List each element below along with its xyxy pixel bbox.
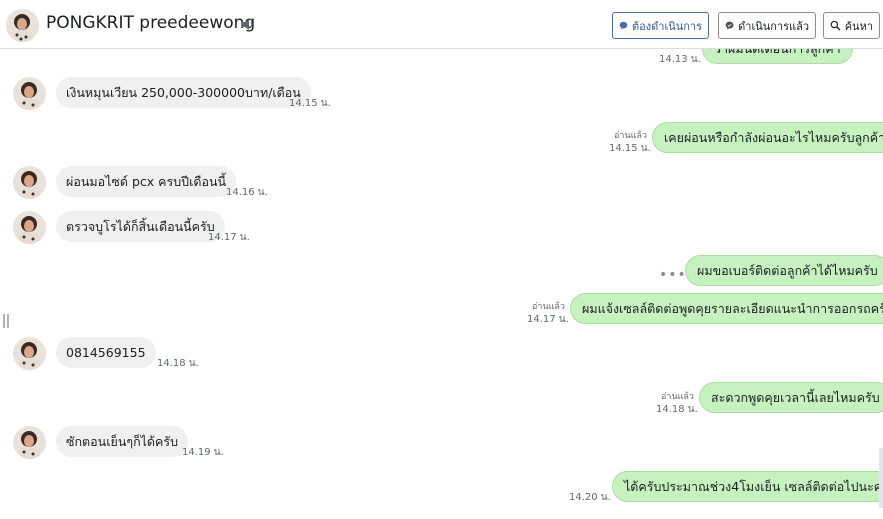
todo-button[interactable]: ต้องดำเนินการ <box>612 12 709 39</box>
message-bubble-outgoing[interactable]: สะดวกพูดคุยเวลานี้เลยไหมครับ <box>699 382 883 413</box>
message-timestamp: 14.19 น. <box>182 447 224 458</box>
search-button[interactable]: ค้นหา <box>823 12 880 39</box>
speaker-icon[interactable] <box>240 17 255 32</box>
chat-check-icon <box>725 21 734 30</box>
pane-resize-handle[interactable] <box>3 314 9 328</box>
done-button[interactable]: ดำเนินการแล้ว <box>718 12 816 39</box>
read-receipt: อ่านแล้ว <box>532 302 565 312</box>
message-bubble-incoming[interactable]: ซักตอนเย็นๆก็ได้ครับ <box>56 426 189 457</box>
contact-name[interactable]: PONGKRIT preedeewong <box>46 13 255 33</box>
message-bubble-incoming[interactable]: ผ่อนมอไซด์ pcx ครบปีเดือนนี้ <box>56 166 237 197</box>
typing-indicator: ••• <box>659 267 687 283</box>
conversation-header: PONGKRIT preedeewong ต้องดำเนินการ ดำเนิ… <box>0 0 883 49</box>
message-timestamp: 14.15 น. <box>609 143 651 154</box>
message-bubble-incoming[interactable]: ตรวจบูโรได้ก็สิ้นเดือนนี้ครับ <box>56 211 225 242</box>
message-bubble-incoming[interactable]: 0814569155 <box>56 337 156 368</box>
message-timestamp: 14.20 น. <box>569 492 611 503</box>
search-label: ค้นหา <box>844 19 873 33</box>
contact-avatar[interactable] <box>6 9 39 42</box>
message-bubble-outgoing[interactable]: เคยผ่อนหรือกำลังผ่อนอะไรไหมครับลูกค้า <box>652 122 883 153</box>
message-bubble-outgoing[interactable]: ได้ครับประมาณช่วง4โมงเย็น เซลล์ติดต่อไปน… <box>612 471 883 502</box>
message-timestamp: 14.15 น. <box>289 98 331 109</box>
message-timestamp: 14.16 น. <box>226 187 268 198</box>
sender-avatar[interactable] <box>13 166 46 199</box>
message-timestamp: 14.17 น. <box>527 314 569 325</box>
scrollbar-thumb[interactable] <box>879 448 883 508</box>
message-timestamp: 14.18 น. <box>157 358 199 369</box>
message-timestamp: 14.17 น. <box>208 232 250 243</box>
sender-avatar[interactable] <box>13 426 46 459</box>
sender-avatar[interactable] <box>13 337 46 370</box>
sender-avatar[interactable] <box>13 211 46 244</box>
message-bubble-outgoing[interactable]: ผมแจ้งเซลล์ติดต่อพูดคุยรายละเอียดแนะนำกา… <box>570 293 883 324</box>
chat-bubble-icon <box>619 21 628 30</box>
message-bubble-incoming[interactable]: เงินหมุนเวียน 250,000-300000บาท/เดือน <box>56 77 311 108</box>
read-receipt: อ่านแล้ว <box>661 392 694 402</box>
todo-label: ต้องดำเนินการ <box>632 19 702 33</box>
sender-avatar[interactable] <box>13 77 46 110</box>
message-timestamp: 14.13 น. <box>659 54 701 65</box>
message-timestamp: 14.18 น. <box>656 404 698 415</box>
read-receipt: อ่านแล้ว <box>614 131 647 141</box>
search-icon <box>830 20 841 31</box>
message-bubble-outgoing[interactable]: ผมขอเบอร์ติดต่อลูกค้าได้ไหมครับ <box>685 255 883 286</box>
done-label: ดำเนินการแล้ว <box>738 19 809 33</box>
